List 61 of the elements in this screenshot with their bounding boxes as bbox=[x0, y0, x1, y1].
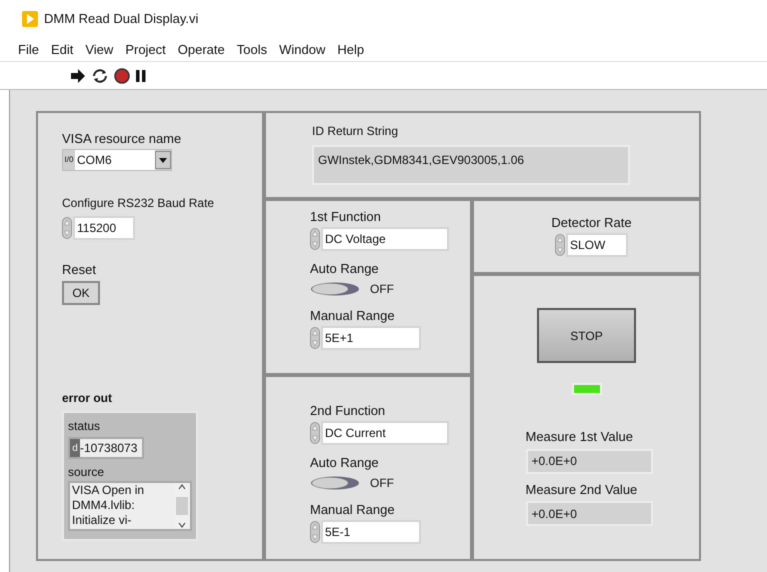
visa-resource-dropdown[interactable]: I/0 COM6 bbox=[62, 148, 172, 170]
menu-item[interactable]: Help bbox=[337, 40, 364, 60]
id-string-field: GWInstek,GDM8341,GEV903005,1.06 bbox=[312, 145, 630, 185]
scroll-down-icon[interactable] bbox=[178, 522, 186, 528]
manual-range-field[interactable]: 5E-1 bbox=[321, 520, 421, 544]
measure-label: Measure 1st Value bbox=[526, 428, 634, 446]
auto-range-label: Auto Range bbox=[310, 454, 380, 472]
measure-value-field: +0.0E+0 bbox=[526, 448, 652, 474]
switch-state-text: OFF bbox=[370, 475, 394, 492]
baud-rate-field[interactable]: 115200 bbox=[73, 216, 135, 240]
toggle-switch[interactable] bbox=[310, 476, 360, 490]
menu-item[interactable]: Window bbox=[279, 40, 326, 60]
function-field[interactable]: DC Voltage bbox=[321, 226, 449, 250]
abort-icon[interactable] bbox=[114, 68, 130, 84]
app-logo-icon bbox=[22, 11, 38, 27]
function-field[interactable]: DC Current bbox=[321, 420, 449, 444]
menu-item[interactable]: Project bbox=[125, 40, 166, 60]
run-continuously-icon[interactable] bbox=[92, 68, 108, 84]
source-text: VISA Open in DMM4.lvlib: Initialize vi- bbox=[71, 483, 146, 529]
toggle-switch[interactable] bbox=[310, 282, 360, 296]
error-code-value: -10738073 bbox=[80, 440, 138, 457]
function-label: 2nd Function bbox=[310, 402, 386, 420]
visa-value: COM6 bbox=[75, 150, 155, 170]
ok-button[interactable]: OK bbox=[62, 281, 100, 305]
switch-state-text: OFF bbox=[370, 281, 394, 298]
menu-item[interactable]: View bbox=[85, 40, 114, 60]
manual-range-field[interactable]: 5E+1 bbox=[321, 326, 421, 350]
measure-value-field: +0.0E+0 bbox=[526, 501, 652, 526]
menu-item[interactable]: File bbox=[18, 40, 39, 60]
scrollbar[interactable] bbox=[174, 483, 190, 529]
stop-button[interactable]: STOP bbox=[537, 308, 636, 363]
detector-rate-label: Detector Rate bbox=[551, 214, 632, 232]
visa-label: VISA resource name bbox=[62, 130, 182, 148]
manual-range-label: Manual Range bbox=[310, 307, 396, 325]
io-prefix-text: I/0 bbox=[64, 156, 74, 164]
spin-arrows-icon[interactable] bbox=[310, 326, 320, 348]
reset-label: Reset bbox=[62, 260, 97, 278]
source-label: source bbox=[68, 464, 106, 481]
window-title: DMM Read Dual Display.vi bbox=[44, 10, 198, 28]
detector-rate-field[interactable]: SLOW bbox=[566, 232, 628, 256]
baud-rate-label: Configure RS232 Baud Rate bbox=[62, 194, 216, 212]
spin-arrows-icon[interactable] bbox=[310, 520, 320, 542]
measure-label: Measure 2nd Value bbox=[526, 480, 638, 498]
spin-arrows-icon[interactable] bbox=[310, 422, 320, 444]
dropdown-caret-icon[interactable] bbox=[155, 150, 171, 168]
menu-item[interactable]: Edit bbox=[50, 40, 74, 60]
auto-range-label: Auto Range bbox=[310, 260, 380, 278]
status-label: status bbox=[68, 418, 102, 435]
scroll-up-icon[interactable] bbox=[178, 484, 186, 490]
spin-arrows-icon[interactable] bbox=[555, 234, 565, 256]
menu-item[interactable]: Tools bbox=[236, 40, 268, 60]
menu-item[interactable]: Operate bbox=[178, 40, 225, 60]
code-prefix-text: d bbox=[70, 439, 80, 457]
function-label: 1st Function bbox=[310, 208, 382, 226]
error-out-label: error out bbox=[62, 390, 114, 407]
run-arrow-icon[interactable] bbox=[70, 68, 86, 82]
manual-range-label: Manual Range bbox=[310, 501, 396, 519]
id-string-label: ID Return String bbox=[312, 123, 400, 140]
spin-arrows-icon[interactable] bbox=[310, 228, 320, 250]
pause-icon[interactable] bbox=[136, 70, 146, 82]
spin-arrows-icon[interactable] bbox=[62, 216, 72, 238]
